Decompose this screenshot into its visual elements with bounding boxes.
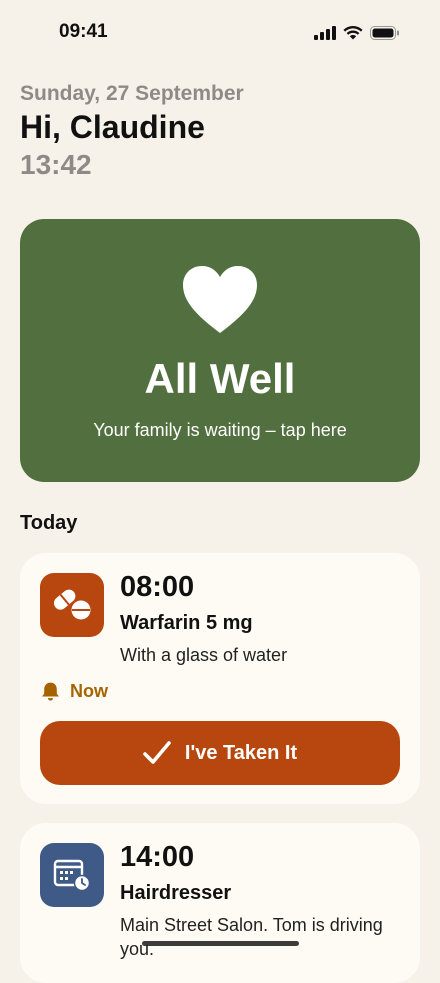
wifi-icon (343, 26, 363, 40)
medication-title: Warfarin 5 mg (120, 612, 253, 634)
status-icons (314, 25, 400, 40)
status-bar: 09:41 (0, 0, 440, 64)
appointment-tile (40, 843, 104, 907)
section-title-today: Today (20, 512, 78, 534)
due-now-indicator: Now (40, 681, 108, 702)
family-status-card[interactable]: All Well Your family is waiting – tap he… (20, 219, 420, 482)
due-now-label: Now (70, 681, 108, 701)
pills-icon (53, 589, 91, 620)
medication-instructions: With a glass of water (120, 645, 288, 665)
appointment-title: Hairdresser (120, 882, 232, 904)
status-subtitle: Your family is waiting – tap here (93, 420, 347, 440)
date-label: Sunday, 27 September (20, 82, 244, 105)
heart-icon (183, 266, 257, 333)
medication-card: 08:00 Warfarin 5 mg With a glass of wate… (20, 553, 420, 804)
greeting-title: Hi, Claudine (20, 109, 205, 145)
bell-icon (42, 682, 59, 701)
taken-it-button[interactable]: I've Taken It (40, 721, 400, 785)
header: Sunday, 27 September Hi, Claudine 13:42 (20, 82, 420, 181)
medication-time: 08:00 (120, 571, 195, 603)
status-time: 09:41 (59, 21, 108, 42)
medication-tile (40, 573, 104, 637)
home-indicator[interactable] (142, 941, 299, 946)
battery-icon (370, 25, 399, 40)
taken-it-label: I've Taken It (184, 741, 298, 764)
cellular-signal-icon (314, 25, 336, 40)
checkmark-icon (143, 741, 171, 764)
current-time: 13:42 (20, 149, 92, 180)
appointment-card: 14:00 Hairdresser Main Street Salon. Tom… (20, 823, 420, 983)
appointment-time: 14:00 (120, 841, 195, 873)
status-title: All Well (144, 355, 296, 402)
appointment-details: Main Street Salon. Tom is driving you. (120, 915, 383, 959)
calendar-clock-icon (53, 859, 91, 892)
